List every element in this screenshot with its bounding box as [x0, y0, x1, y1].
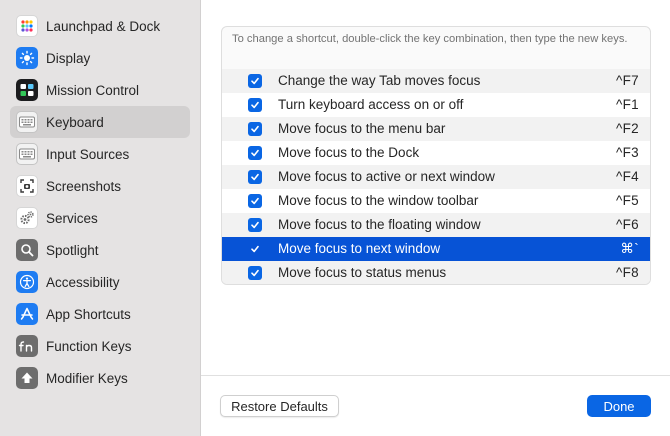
spotlight-icon	[16, 239, 38, 261]
screenshots-icon	[16, 175, 38, 197]
shortcut-label: Move focus to status menus	[278, 265, 447, 280]
sidebar-item-label: Spotlight	[46, 242, 99, 258]
sidebar-item-label: Launchpad & Dock	[46, 18, 161, 34]
mission-control-icon	[16, 79, 38, 101]
sidebar-item-app-shortcuts[interactable]: App Shortcuts	[10, 298, 190, 330]
sidebar-item-label: Services	[46, 210, 98, 226]
restore-defaults-button[interactable]: Restore Defaults	[220, 395, 339, 417]
keyboard-icon	[16, 111, 38, 133]
sidebar-item-display[interactable]: Display	[10, 42, 190, 74]
sidebar-item-label: Input Sources	[46, 146, 130, 162]
checkmark-icon	[251, 269, 259, 277]
sidebar-item-accessibility[interactable]: Accessibility	[10, 266, 190, 298]
shortcut-key[interactable]: ^F6	[616, 217, 639, 232]
launchpad-icon	[16, 15, 38, 37]
shortcut-label: Move focus to active or next window	[278, 169, 495, 184]
shortcut-row[interactable]: Turn keyboard access on or off ^F1	[222, 93, 650, 117]
shortcut-checkbox[interactable]	[248, 74, 262, 88]
shortcuts-panel: To change a shortcut, double-click the k…	[221, 26, 651, 285]
checkmark-icon	[251, 149, 259, 157]
checkmark-icon	[251, 221, 259, 229]
footer-divider	[201, 375, 670, 376]
sidebar-item-mission-control[interactable]: Mission Control	[10, 74, 190, 106]
sidebar-item-label: Screenshots	[46, 178, 122, 194]
shortcut-checkbox[interactable]	[248, 170, 262, 184]
sidebar-item-function-keys[interactable]: Function Keys	[10, 330, 190, 362]
shortcut-row[interactable]: Change the way Tab moves focus ^F7	[222, 69, 650, 93]
sidebar-item-label: Mission Control	[46, 82, 140, 98]
shortcut-key[interactable]: ^F3	[616, 145, 639, 160]
sidebar: Launchpad & Dock Display Mission Control…	[0, 0, 201, 436]
checkmark-icon	[251, 173, 259, 181]
shortcut-key[interactable]: ^F1	[616, 97, 639, 112]
checkmark-icon	[251, 77, 259, 85]
shortcut-checkbox[interactable]	[248, 98, 262, 112]
modifier-keys-icon	[16, 367, 38, 389]
shortcut-label: Move focus to the Dock	[278, 145, 420, 160]
shortcut-key[interactable]: ^F8	[616, 265, 639, 280]
shortcut-key[interactable]: ^F2	[616, 121, 639, 136]
shortcut-list: Change the way Tab moves focus ^F7 Turn …	[222, 69, 650, 284]
sidebar-item-label: Accessibility	[46, 274, 120, 290]
shortcut-checkbox[interactable]	[248, 194, 262, 208]
sidebar-item-screenshots[interactable]: Screenshots	[10, 170, 190, 202]
shortcut-checkbox[interactable]	[248, 242, 262, 256]
sidebar-item-label: Display	[46, 50, 91, 66]
shortcut-row[interactable]: Move focus to the Dock ^F3	[222, 141, 650, 165]
services-icon	[16, 207, 38, 229]
shortcut-label: Move focus to next window	[278, 241, 441, 256]
shortcut-label: Move focus to the menu bar	[278, 121, 446, 136]
sidebar-item-keyboard[interactable]: Keyboard	[10, 106, 190, 138]
sidebar-item-launchpad-dock[interactable]: Launchpad & Dock	[10, 10, 190, 42]
shortcut-key[interactable]: ^F5	[616, 193, 639, 208]
sidebar-item-modifier-keys[interactable]: Modifier Keys	[10, 362, 190, 394]
shortcut-row-selected[interactable]: Move focus to next window ⌘`	[222, 237, 650, 261]
checkmark-icon	[251, 125, 259, 133]
panel-description: To change a shortcut, double-click the k…	[232, 33, 628, 45]
shortcut-key[interactable]: ^F7	[616, 73, 639, 88]
checkmark-icon	[251, 197, 259, 205]
shortcut-label: Move focus to the floating window	[278, 217, 481, 232]
shortcut-checkbox[interactable]	[248, 266, 262, 280]
checkmark-icon	[251, 245, 259, 253]
input-sources-icon	[16, 143, 38, 165]
shortcut-checkbox[interactable]	[248, 122, 262, 136]
sidebar-item-label: App Shortcuts	[46, 306, 131, 322]
sidebar-item-label: Keyboard	[46, 114, 104, 130]
sidebar-item-label: Function Keys	[46, 338, 132, 354]
sidebar-item-spotlight[interactable]: Spotlight	[10, 234, 190, 266]
shortcut-key[interactable]: ^F4	[616, 169, 639, 184]
shortcut-key[interactable]: ⌘`	[620, 241, 639, 257]
display-icon	[16, 47, 38, 69]
accessibility-icon	[16, 271, 38, 293]
shortcut-label: Change the way Tab moves focus	[278, 73, 481, 88]
app-shortcuts-icon	[16, 303, 38, 325]
done-button[interactable]: Done	[587, 395, 651, 417]
sidebar-item-label: Modifier Keys	[46, 370, 128, 386]
shortcut-label: Turn keyboard access on or off	[278, 97, 464, 112]
function-keys-icon	[16, 335, 38, 357]
shortcut-row[interactable]: Move focus to active or next window ^F4	[222, 165, 650, 189]
checkmark-icon	[251, 101, 259, 109]
shortcut-row[interactable]: Move focus to the menu bar ^F2	[222, 117, 650, 141]
shortcut-checkbox[interactable]	[248, 146, 262, 160]
shortcut-label: Move focus to the window toolbar	[278, 193, 479, 208]
shortcut-row[interactable]: Move focus to the window toolbar ^F5	[222, 189, 650, 213]
shortcut-row[interactable]: Move focus to the floating window ^F6	[222, 213, 650, 237]
shortcut-checkbox[interactable]	[248, 218, 262, 232]
sidebar-item-input-sources[interactable]: Input Sources	[10, 138, 190, 170]
sidebar-item-services[interactable]: Services	[10, 202, 190, 234]
shortcut-row[interactable]: Move focus to status menus ^F8	[222, 261, 650, 284]
